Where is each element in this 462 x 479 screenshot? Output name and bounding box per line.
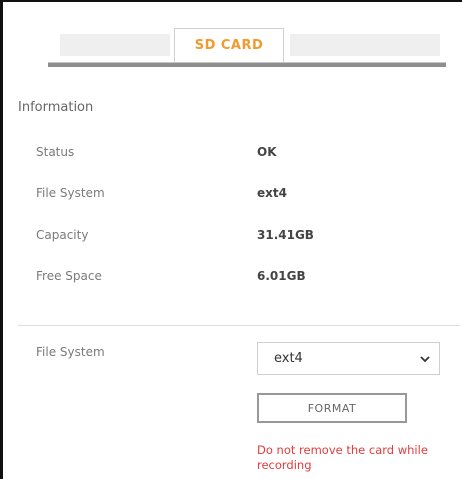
free-space-label: Free Space <box>36 269 102 283</box>
chevron-down-icon <box>420 356 430 363</box>
status-label: Status <box>36 145 75 159</box>
tab-inactive-left[interactable] <box>60 34 170 56</box>
tab-underline <box>48 62 446 67</box>
information-title: Information <box>18 100 94 115</box>
format-file-system-label: File System <box>36 345 105 359</box>
capacity-value: 31.41GB <box>257 228 314 242</box>
window-frame-top <box>0 0 462 2</box>
file-system-select[interactable]: ext4 <box>257 342 440 375</box>
file-system-select-value: ext4 <box>274 351 303 366</box>
section-divider <box>18 325 460 326</box>
window-frame-left <box>0 0 3 479</box>
format-button[interactable]: FORMAT <box>257 393 407 423</box>
tab-bar: SD CARD <box>48 28 446 68</box>
warning-message: Do not remove the card while recording <box>257 443 428 472</box>
tab-inactive-right[interactable] <box>290 34 440 56</box>
file-system-label: File System <box>36 186 105 200</box>
file-system-value: ext4 <box>257 186 287 200</box>
status-value: OK <box>257 145 277 159</box>
tab-sd-card[interactable]: SD CARD <box>174 28 284 62</box>
capacity-label: Capacity <box>36 228 89 242</box>
free-space-value: 6.01GB <box>257 269 306 283</box>
